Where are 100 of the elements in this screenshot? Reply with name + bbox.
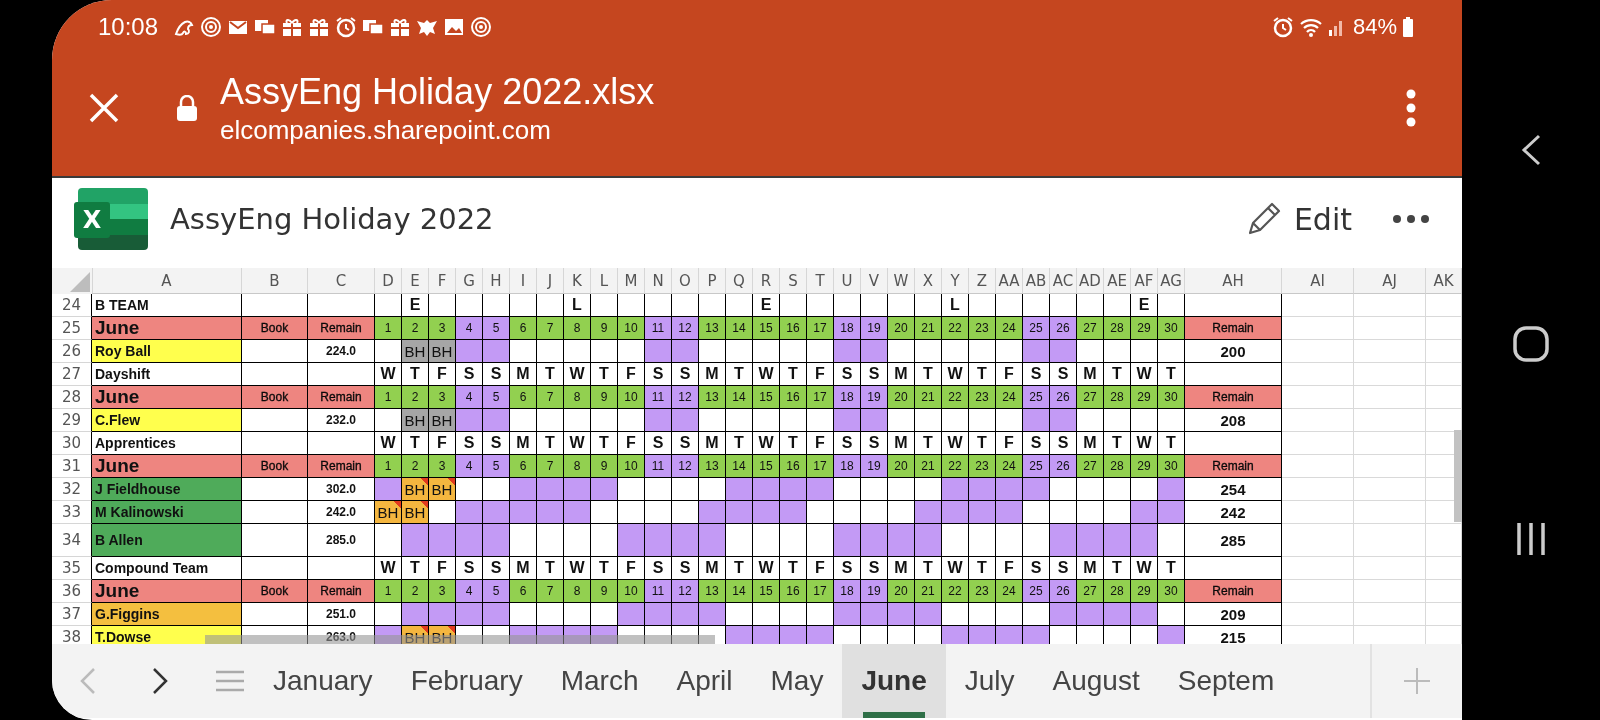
sheet-tab[interactable]: June bbox=[842, 644, 946, 718]
column-header[interactable]: AG bbox=[1158, 268, 1185, 294]
more-icon[interactable] bbox=[1392, 214, 1430, 224]
column-header[interactable]: P bbox=[699, 268, 726, 294]
row-header[interactable]: 27 bbox=[52, 363, 92, 386]
row-header[interactable]: 33 bbox=[52, 501, 92, 524]
row-header[interactable]: 32 bbox=[52, 478, 92, 501]
column-header[interactable]: AH bbox=[1185, 268, 1282, 294]
column-header[interactable]: Z bbox=[969, 268, 996, 294]
table-cell: 30 bbox=[1158, 580, 1185, 603]
sheet-tab[interactable]: May bbox=[751, 644, 843, 718]
column-header[interactable]: S bbox=[780, 268, 807, 294]
column-header[interactable]: O bbox=[672, 268, 699, 294]
close-icon[interactable] bbox=[88, 92, 120, 124]
column-header[interactable]: Y bbox=[942, 268, 969, 294]
table-cell: 10 bbox=[618, 317, 645, 340]
table-cell bbox=[1282, 524, 1354, 557]
column-header[interactable]: T bbox=[807, 268, 834, 294]
row-header[interactable]: 29 bbox=[52, 409, 92, 432]
column-header[interactable]: AF bbox=[1131, 268, 1158, 294]
column-header[interactable]: K bbox=[564, 268, 591, 294]
row-header[interactable]: 35 bbox=[52, 557, 92, 580]
sheet-tab[interactable]: July bbox=[945, 644, 1034, 718]
table-cell: 19 bbox=[861, 580, 888, 603]
column-header[interactable]: A bbox=[92, 268, 242, 294]
column-header[interactable]: R bbox=[753, 268, 780, 294]
column-header[interactable]: X bbox=[915, 268, 942, 294]
column-header[interactable]: E bbox=[402, 268, 429, 294]
table-cell: 14 bbox=[726, 386, 753, 409]
table-cell bbox=[888, 409, 915, 432]
row-header[interactable]: 36 bbox=[52, 580, 92, 603]
column-header[interactable]: Q bbox=[726, 268, 753, 294]
column-header[interactable]: AC bbox=[1050, 268, 1077, 294]
sheet-tab[interactable]: August bbox=[1033, 644, 1159, 718]
next-icon[interactable] bbox=[152, 667, 168, 695]
edit-button[interactable]: Edit bbox=[1243, 199, 1352, 239]
table-cell: 17 bbox=[807, 455, 834, 478]
table-cell: 10 bbox=[618, 455, 645, 478]
column-header[interactable]: AA bbox=[996, 268, 1023, 294]
column-header[interactable]: AI bbox=[1282, 268, 1354, 294]
table-cell: 28 bbox=[1104, 580, 1131, 603]
table-cell: 12 bbox=[672, 317, 699, 340]
table-cell: 8 bbox=[564, 386, 591, 409]
row-header[interactable]: 28 bbox=[52, 386, 92, 409]
table-cell: Remain bbox=[308, 580, 375, 603]
column-header[interactable]: M bbox=[618, 268, 645, 294]
column-header[interactable]: H bbox=[483, 268, 510, 294]
recent-apps-icon[interactable] bbox=[1516, 522, 1546, 556]
column-header[interactable]: J bbox=[537, 268, 564, 294]
table-cell: 7 bbox=[537, 455, 564, 478]
column-header[interactable]: C bbox=[308, 268, 375, 294]
column-header[interactable]: W bbox=[888, 268, 915, 294]
more-icon[interactable] bbox=[1406, 89, 1416, 127]
table-cell: 9 bbox=[591, 455, 618, 478]
table-cell: Remain bbox=[1185, 455, 1282, 478]
column-header[interactable]: V bbox=[861, 268, 888, 294]
column-header[interactable]: AJ bbox=[1354, 268, 1426, 294]
column-header[interactable]: I bbox=[510, 268, 537, 294]
table-cell bbox=[888, 340, 915, 363]
table-cell bbox=[242, 409, 308, 432]
home-icon[interactable] bbox=[1513, 326, 1549, 362]
column-header[interactable]: AK bbox=[1426, 268, 1462, 294]
column-header[interactable]: AD bbox=[1077, 268, 1104, 294]
row-header[interactable]: 34 bbox=[52, 524, 92, 557]
sheet-tab[interactable]: April bbox=[657, 644, 752, 718]
table-cell bbox=[780, 524, 807, 557]
back-icon[interactable] bbox=[1521, 134, 1541, 166]
table-cell: 19 bbox=[861, 455, 888, 478]
row-header[interactable]: 26 bbox=[52, 340, 92, 363]
table-cell bbox=[1426, 294, 1462, 317]
table-cell bbox=[888, 478, 915, 501]
table-cell: 15 bbox=[753, 455, 780, 478]
table-cell: BH bbox=[402, 478, 429, 501]
column-header[interactable]: F bbox=[429, 268, 456, 294]
row-header[interactable]: 30 bbox=[52, 432, 92, 455]
row-header[interactable]: 31 bbox=[52, 455, 92, 478]
column-header[interactable]: B bbox=[242, 268, 308, 294]
sheet-tab[interactable]: March bbox=[541, 644, 658, 718]
table-cell: 5 bbox=[483, 317, 510, 340]
table-cell: BH bbox=[402, 626, 429, 644]
sheet-tab[interactable]: January bbox=[254, 644, 392, 718]
row-header[interactable]: 25 bbox=[52, 317, 92, 340]
table-cell: 12 bbox=[672, 455, 699, 478]
column-header[interactable]: N bbox=[645, 268, 672, 294]
sheet-tab[interactable]: Septem bbox=[1158, 644, 1294, 718]
table-cell: 3 bbox=[429, 317, 456, 340]
column-header[interactable]: U bbox=[834, 268, 861, 294]
table-cell bbox=[1282, 580, 1354, 603]
table-cell bbox=[591, 409, 618, 432]
table-cell: 18 bbox=[834, 317, 861, 340]
row-header[interactable]: 37 bbox=[52, 603, 92, 626]
row-header[interactable]: 24 bbox=[52, 294, 92, 317]
sheet-tab[interactable]: February bbox=[391, 644, 542, 718]
column-header[interactable]: D bbox=[375, 268, 402, 294]
column-header[interactable]: AE bbox=[1104, 268, 1131, 294]
column-header[interactable]: L bbox=[591, 268, 618, 294]
table-cell: 20 bbox=[888, 455, 915, 478]
scroll-bar[interactable] bbox=[1454, 430, 1462, 522]
column-header[interactable]: AB bbox=[1023, 268, 1050, 294]
column-header[interactable]: G bbox=[456, 268, 483, 294]
